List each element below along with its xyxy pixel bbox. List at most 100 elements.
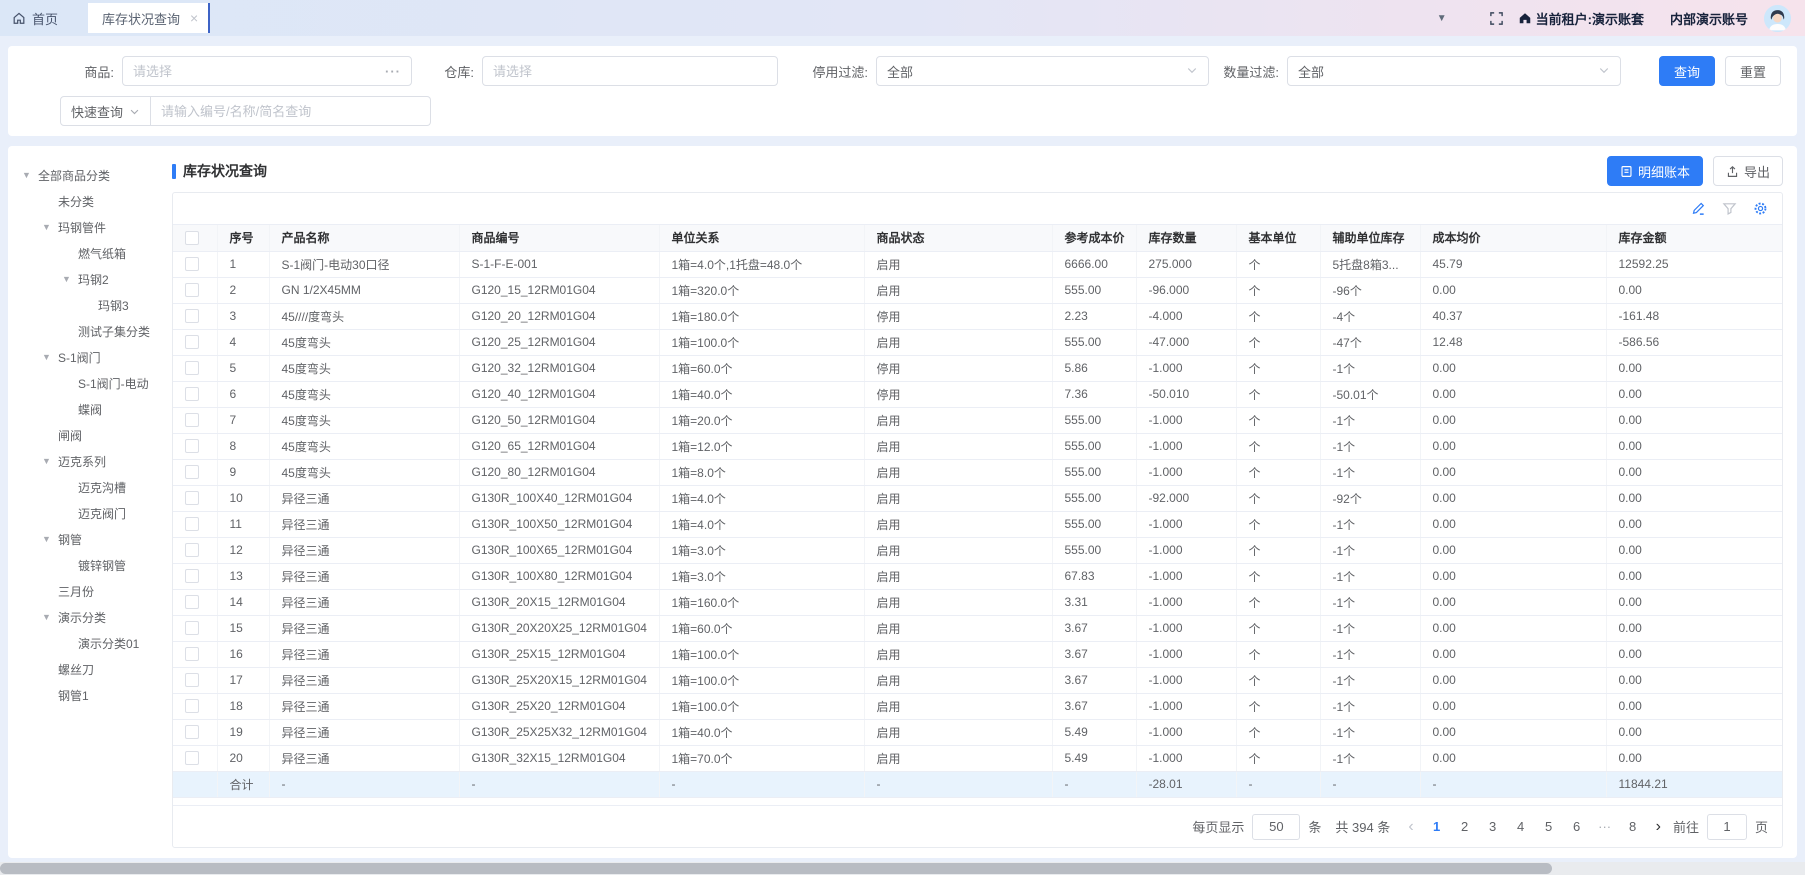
row-checkbox[interactable]	[185, 517, 199, 531]
sidebar-item[interactable]: ▼全部商品分类	[8, 162, 158, 188]
sidebar-item[interactable]: S-1阀门-电动	[8, 370, 158, 396]
account-name[interactable]: 内部演示账号	[1670, 9, 1748, 28]
column-header[interactable]: 单位关系	[659, 225, 864, 251]
sidebar-item[interactable]: 钢管1	[8, 682, 158, 708]
column-header[interactable]: 商品编号	[459, 225, 659, 251]
column-header[interactable]: 辅助单位库存	[1320, 225, 1420, 251]
table-row[interactable]: 19异径三通G130R_25X25X32_12RM01G041箱=40.0个启用…	[173, 719, 1782, 745]
row-checkbox[interactable]	[185, 283, 199, 297]
qty-filter-value[interactable]	[1298, 64, 1598, 79]
row-checkbox[interactable]	[185, 595, 199, 609]
table-row[interactable]: 13异径三通G130R_100X80_12RM01G041箱=3.0个启用67.…	[173, 563, 1782, 589]
tree-expand-icon[interactable]: ▼	[42, 352, 58, 362]
warehouse-select[interactable]	[482, 56, 778, 86]
table-row[interactable]: 10异径三通G130R_100X40_12RM01G041箱=4.0个启用555…	[173, 485, 1782, 511]
row-checkbox[interactable]	[185, 257, 199, 271]
row-checkbox[interactable]	[185, 361, 199, 375]
table-row[interactable]: 745度弯头G120_50_12RM01G041箱=20.0个启用555.00-…	[173, 407, 1782, 433]
table-row[interactable]: 1S-1阀门-电动30口径S-1-F-E-0011箱=4.0个,1托盘=48.0…	[173, 251, 1782, 277]
page-size-input[interactable]	[1252, 814, 1300, 840]
sidebar-item[interactable]: ▼迈克系列	[8, 448, 158, 474]
table-row[interactable]: 545度弯头G120_32_12RM01G041箱=60.0个停用5.86-1.…	[173, 355, 1782, 381]
fullscreen-icon[interactable]	[1489, 11, 1504, 26]
sidebar-item[interactable]: 蝶阀	[8, 396, 158, 422]
disabled-filter-select[interactable]	[876, 56, 1209, 86]
row-checkbox[interactable]	[185, 413, 199, 427]
row-checkbox[interactable]	[185, 673, 199, 687]
table-row[interactable]: 2GN 1/2X45MMG120_15_12RM01G041箱=320.0个启用…	[173, 277, 1782, 303]
table-row[interactable]: 345////度弯头G120_20_12RM01G041箱=180.0个停用2.…	[173, 303, 1782, 329]
table-row[interactable]: 845度弯头G120_65_12RM01G041箱=12.0个启用555.00-…	[173, 433, 1782, 459]
home-nav[interactable]: 首页	[12, 9, 58, 28]
sidebar-item[interactable]: 燃气纸箱	[8, 240, 158, 266]
tree-expand-icon[interactable]: ▼	[42, 222, 58, 232]
filter-icon[interactable]	[1722, 201, 1737, 216]
next-page-icon[interactable]: ›	[1652, 818, 1665, 836]
product-select[interactable]: ···	[122, 56, 412, 86]
tab-close-icon[interactable]: ×	[190, 11, 198, 25]
sidebar-item[interactable]: ▼演示分类	[8, 604, 158, 630]
row-checkbox[interactable]	[185, 699, 199, 713]
row-checkbox[interactable]	[185, 335, 199, 349]
product-input[interactable]	[133, 64, 385, 79]
sidebar-item[interactable]: ▼玛钢管件	[8, 214, 158, 240]
quick-query-dropdown[interactable]: 快速查询	[60, 96, 151, 126]
row-checkbox[interactable]	[185, 465, 199, 479]
prev-page-icon[interactable]: ‹	[1404, 818, 1417, 836]
column-header[interactable]: 成本均价	[1420, 225, 1606, 251]
goto-page-input[interactable]	[1707, 814, 1747, 840]
tab-inventory-query[interactable]: 库存状况查询 ×	[88, 3, 210, 33]
page-number[interactable]: 2	[1454, 819, 1476, 834]
scrollbar-thumb[interactable]	[0, 863, 1552, 874]
page-number[interactable]: 6	[1566, 819, 1588, 834]
sidebar-item[interactable]: ▼玛钢2	[8, 266, 158, 292]
horizontal-scrollbar[interactable]	[0, 862, 1805, 875]
column-header[interactable]: 商品状态	[864, 225, 1052, 251]
column-header[interactable]: 参考成本价	[1052, 225, 1136, 251]
table-row[interactable]: 15异径三通G130R_20X20X25_12RM01G041箱=60.0个启用…	[173, 615, 1782, 641]
select-all-checkbox[interactable]	[185, 231, 199, 245]
sidebar-item[interactable]: 迈克沟槽	[8, 474, 158, 500]
table-row[interactable]: 20异径三通G130R_32X15_12RM01G041箱=70.0个启用5.4…	[173, 745, 1782, 771]
row-checkbox[interactable]	[185, 387, 199, 401]
sidebar-item[interactable]: 玛钢3	[8, 292, 158, 318]
quick-query-input[interactable]	[151, 96, 431, 126]
row-checkbox[interactable]	[185, 309, 199, 323]
row-checkbox[interactable]	[185, 543, 199, 557]
qty-filter-select[interactable]	[1287, 56, 1621, 86]
detail-ledger-button[interactable]: 明细账本	[1607, 156, 1703, 186]
sidebar-item[interactable]: ▼S-1阀门	[8, 344, 158, 370]
table-row[interactable]: 14异径三通G130R_20X15_12RM01G041箱=160.0个启用3.…	[173, 589, 1782, 615]
page-number[interactable]: 3	[1482, 819, 1504, 834]
sidebar-item[interactable]: 迈克阀门	[8, 500, 158, 526]
row-checkbox[interactable]	[185, 647, 199, 661]
table-row[interactable]: 645度弯头G120_40_12RM01G041箱=40.0个停用7.36-50…	[173, 381, 1782, 407]
row-checkbox[interactable]	[185, 569, 199, 583]
table-row[interactable]: 11异径三通G130R_100X50_12RM01G041箱=4.0个启用555…	[173, 511, 1782, 537]
disabled-filter-value[interactable]	[887, 64, 1186, 79]
page-number[interactable]: 4	[1510, 819, 1532, 834]
table-row[interactable]: 445度弯头G120_25_12RM01G041箱=100.0个启用555.00…	[173, 329, 1782, 355]
tree-expand-icon[interactable]: ▼	[42, 534, 58, 544]
export-button[interactable]: 导出	[1713, 156, 1783, 186]
search-button[interactable]: 查询	[1659, 56, 1715, 86]
column-header[interactable]: 库存数量	[1136, 225, 1236, 251]
sidebar-item[interactable]: 闸阀	[8, 422, 158, 448]
warehouse-input[interactable]	[493, 64, 767, 79]
sidebar-item[interactable]: 镀锌钢管	[8, 552, 158, 578]
row-checkbox[interactable]	[185, 439, 199, 453]
page-number[interactable]: 1	[1426, 819, 1448, 834]
tree-expand-icon[interactable]: ▼	[42, 612, 58, 622]
tree-expand-icon[interactable]: ▼	[62, 274, 78, 284]
row-checkbox[interactable]	[185, 621, 199, 635]
table-row[interactable]: 18异径三通G130R_25X20_12RM01G041箱=100.0个启用3.…	[173, 693, 1782, 719]
row-checkbox[interactable]	[185, 725, 199, 739]
tree-expand-icon[interactable]: ▼	[22, 170, 38, 180]
sidebar-item[interactable]: 测试子集分类	[8, 318, 158, 344]
table-row[interactable]: 945度弯头G120_80_12RM01G041箱=8.0个启用555.00-1…	[173, 459, 1782, 485]
sidebar-item[interactable]: ▼钢管	[8, 526, 158, 552]
page-number[interactable]: 5	[1538, 819, 1560, 834]
sidebar-item[interactable]: 演示分类01	[8, 630, 158, 656]
edit-icon[interactable]	[1691, 201, 1706, 216]
tenant-info[interactable]: 当前租户:演示账套	[1518, 9, 1644, 28]
